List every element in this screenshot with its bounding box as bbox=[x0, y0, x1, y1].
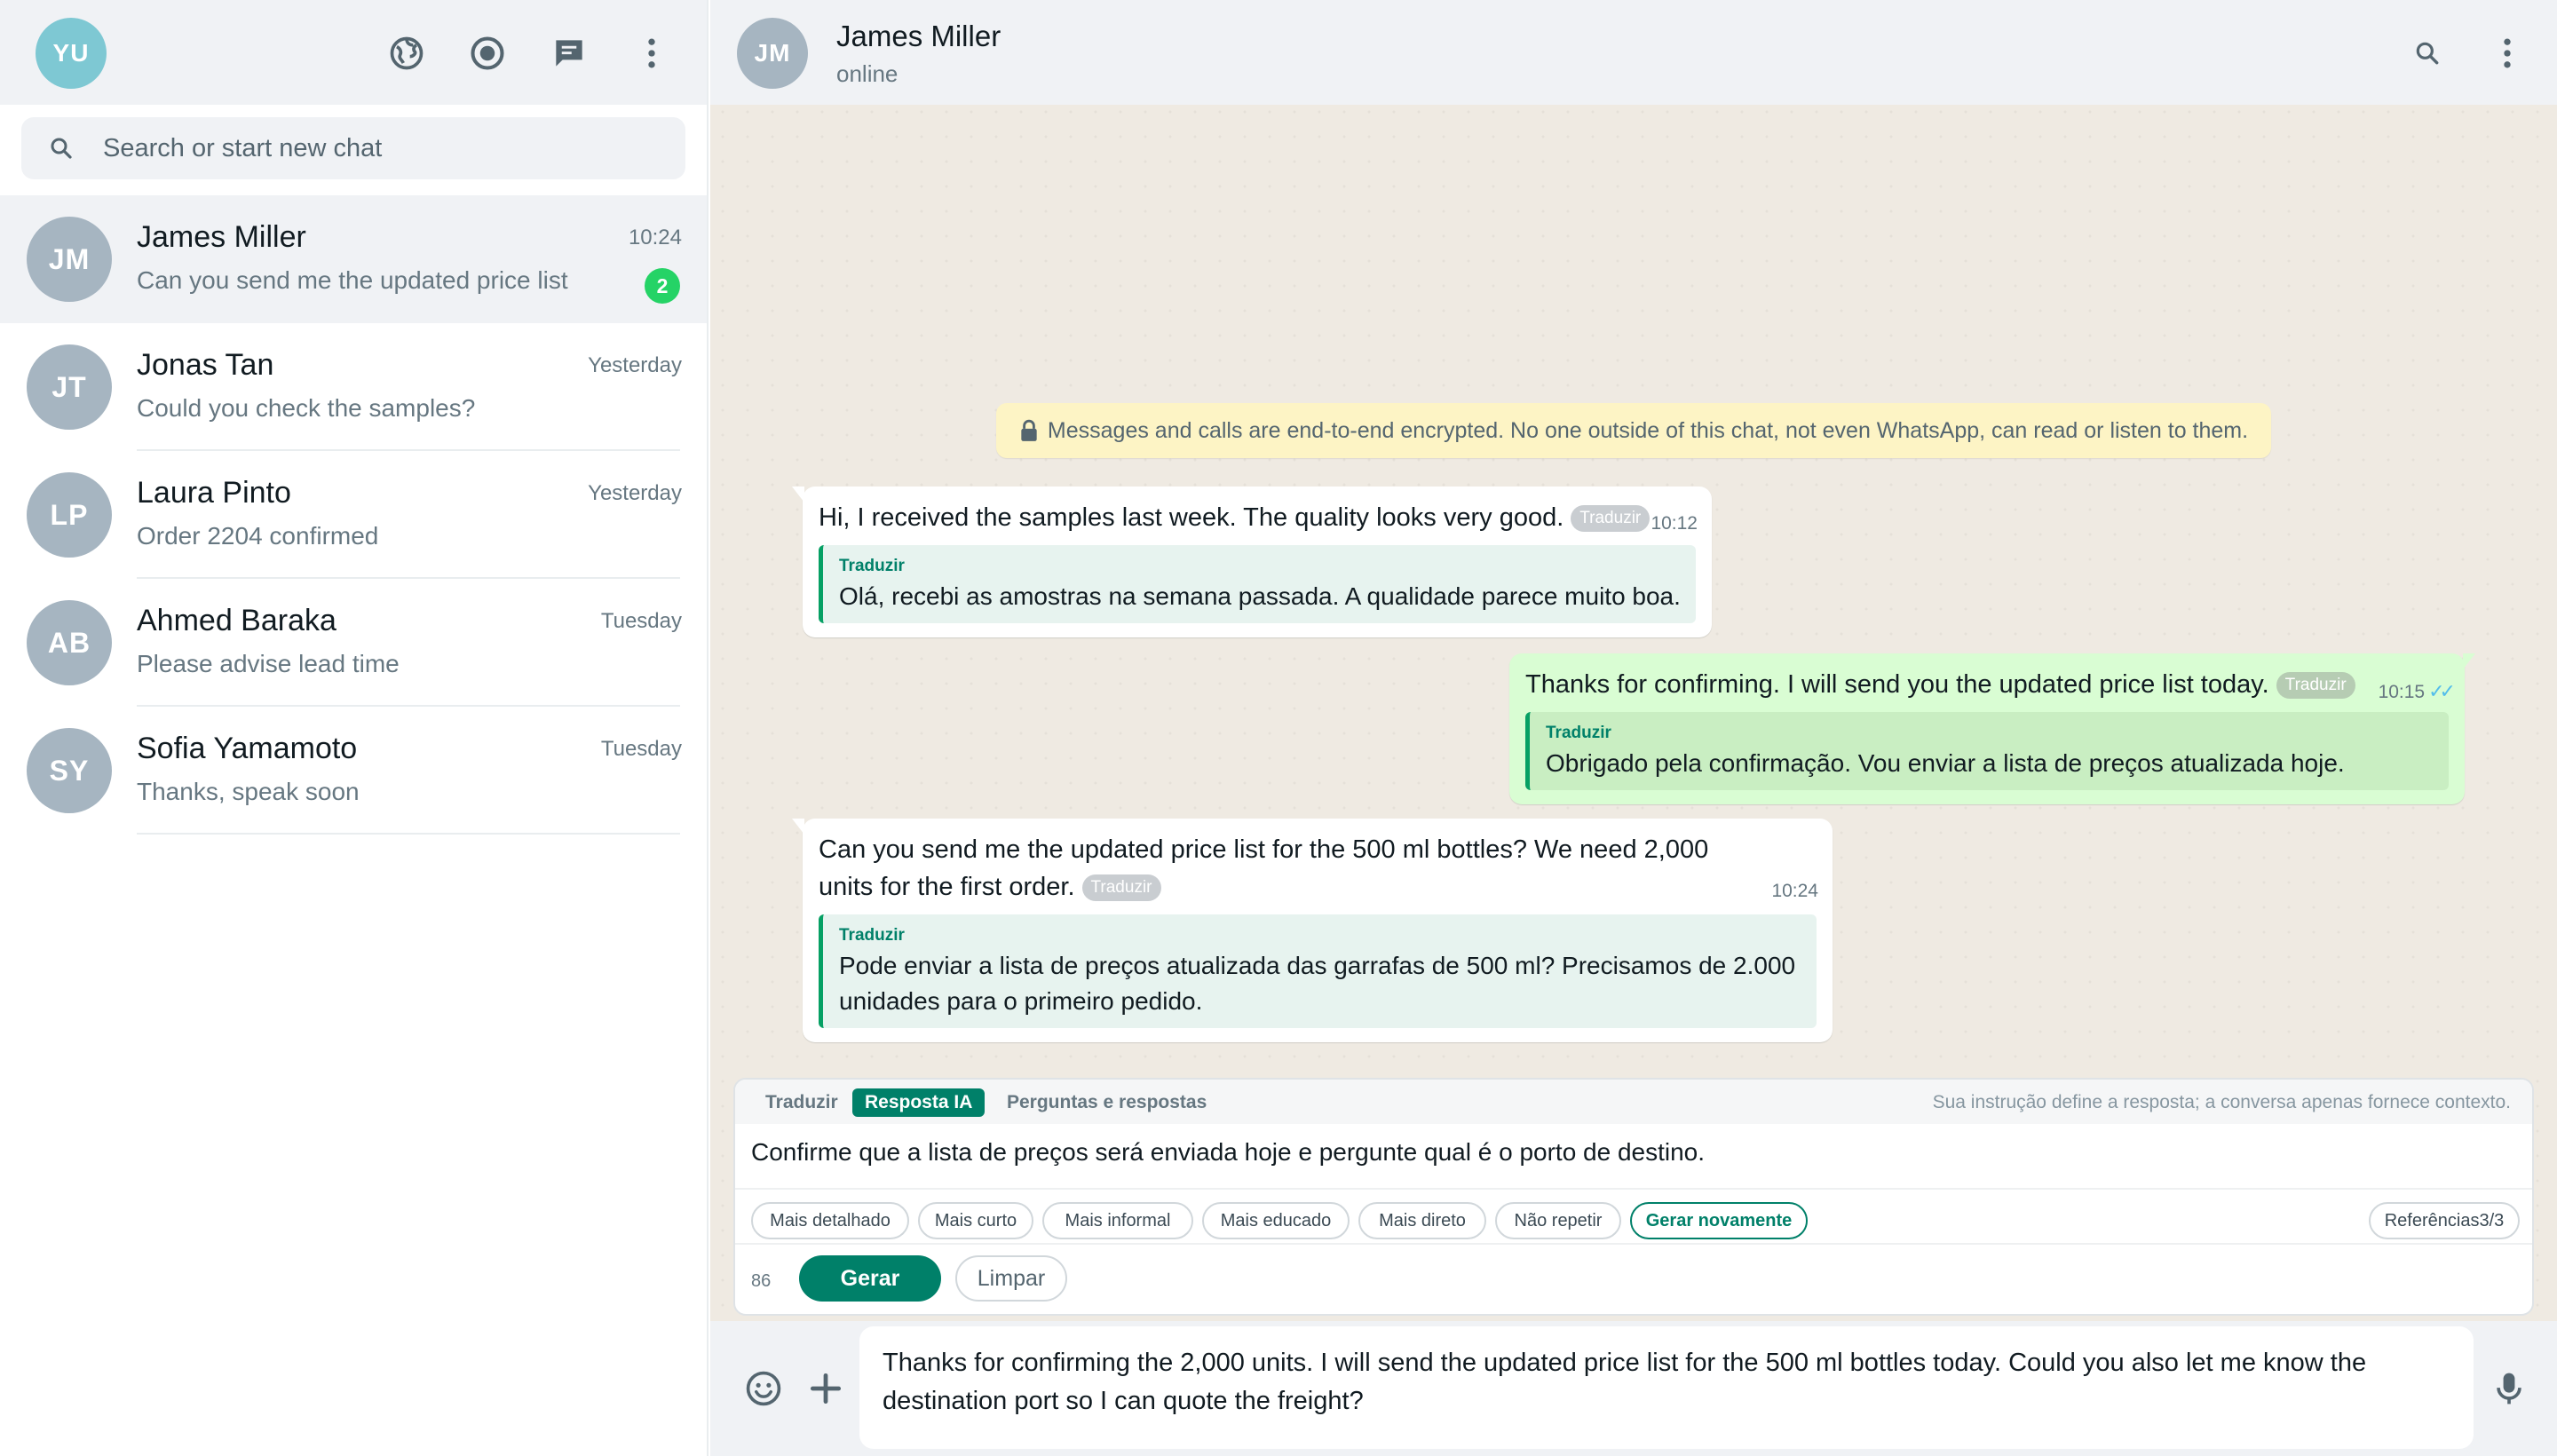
ai-style-chips: Mais detalhado Mais curto Mais informal … bbox=[735, 1188, 2532, 1245]
chat-preview: Please advise lead time bbox=[137, 650, 400, 677]
chat-preview: Thanks, speak soon bbox=[137, 778, 360, 805]
contact-avatar[interactable]: JM bbox=[737, 18, 808, 89]
chat-time: Tuesday bbox=[600, 609, 682, 633]
message-text: Thanks for confirming. I will send you t… bbox=[1525, 666, 2449, 703]
chat-preview: Can you send me the updated price list bbox=[137, 266, 568, 294]
message-composer: Thanks for confirming the 2,000 units. I… bbox=[710, 1321, 2557, 1456]
chip-mais-curto[interactable]: Mais curto bbox=[918, 1202, 1033, 1239]
chat-name: Ahmed Baraka bbox=[137, 604, 336, 637]
emoji-icon[interactable] bbox=[740, 1365, 787, 1412]
translation-label: Traduzir bbox=[839, 926, 905, 945]
read-ticks-icon: ✓✓ bbox=[2428, 680, 2456, 702]
bubble-tail bbox=[792, 819, 804, 835]
chip-mais-direto[interactable]: Mais direto bbox=[1358, 1202, 1486, 1239]
chat-time: Yesterday bbox=[588, 353, 682, 377]
encryption-notice[interactable]: Messages and calls are end-to-end encryp… bbox=[996, 403, 2271, 458]
lock-icon bbox=[1021, 419, 1037, 441]
translation-label: Traduzir bbox=[839, 557, 905, 575]
conversation-header[interactable]: JM James Miller online bbox=[710, 0, 2557, 105]
bubble-tail bbox=[792, 487, 804, 502]
translation-box: Traduzir Pode enviar a lista de preços a… bbox=[819, 914, 1817, 1028]
contact-status: online bbox=[836, 60, 899, 87]
new-chat-icon[interactable] bbox=[544, 28, 594, 78]
tab-traduzir[interactable]: Traduzir bbox=[753, 1088, 851, 1117]
chat-time: 10:24 bbox=[628, 226, 682, 249]
ai-footer: 86 Gerar Limpar bbox=[735, 1246, 2532, 1314]
translation-label: Traduzir bbox=[1546, 724, 1611, 742]
avatar: AB bbox=[27, 600, 112, 685]
translate-button[interactable]: Traduzir bbox=[1081, 874, 1161, 902]
chip-mais-educado[interactable]: Mais educado bbox=[1202, 1202, 1350, 1239]
ai-assistant-panel: Traduzir Resposta IA Perguntas e respost… bbox=[733, 1078, 2534, 1316]
translation-text: Pode enviar a lista de preços atualizada… bbox=[839, 952, 1796, 1015]
chip-mais-informal[interactable]: Mais informal bbox=[1042, 1202, 1193, 1239]
message-text: Can you send me the updated price list f… bbox=[819, 835, 1709, 902]
my-avatar[interactable]: YU bbox=[36, 18, 107, 89]
search-icon bbox=[51, 138, 72, 159]
chip-mais-detalhado[interactable]: Mais detalhado bbox=[751, 1202, 909, 1239]
translation-text: Obrigado pela confirmação. Vou enviar a … bbox=[1546, 749, 2345, 777]
chat-list-item[interactable]: SY Sofia Yamamoto Thanks, speak soon Tue… bbox=[0, 707, 707, 835]
message-time: 10:24 bbox=[1771, 881, 1818, 901]
contact-name[interactable]: James Miller bbox=[836, 20, 1001, 53]
translate-button[interactable]: Traduzir bbox=[1571, 505, 1651, 533]
translate-button[interactable]: Traduzir bbox=[2276, 672, 2355, 700]
avatar: JM bbox=[27, 217, 112, 302]
message-bubble-outgoing[interactable]: Thanks for confirming. I will send you t… bbox=[1509, 653, 2475, 804]
chat-name: Jonas Tan bbox=[137, 348, 274, 382]
unread-badge: 2 bbox=[645, 268, 680, 304]
message-bubble-incoming[interactable]: Can you send me the updated price list f… bbox=[792, 819, 1833, 1042]
chip-gerar-novamente[interactable]: Gerar novamente bbox=[1630, 1202, 1808, 1239]
bubble-tail bbox=[2463, 653, 2475, 669]
chip-nao-repetir[interactable]: Não repetir bbox=[1495, 1202, 1621, 1239]
chat-preview: Could you check the samples? bbox=[137, 394, 476, 422]
message-text: Hi, I received the samples last week. Th… bbox=[819, 499, 1696, 536]
tab-perguntas-respostas[interactable]: Perguntas e respostas bbox=[994, 1088, 1219, 1117]
chat-name: Sofia Yamamoto bbox=[137, 732, 358, 765]
chat-name: James Miller bbox=[137, 220, 306, 254]
ai-instruction-input[interactable]: Confirme que a lista de preços será envi… bbox=[751, 1129, 2518, 1175]
conversation-panel: JM James Miller online Messages and call… bbox=[710, 0, 2557, 1456]
attach-icon[interactable] bbox=[803, 1365, 849, 1412]
communities-icon[interactable] bbox=[382, 28, 431, 78]
message-time: 10:12 bbox=[1651, 513, 1698, 534]
char-count: 86 bbox=[751, 1271, 772, 1291]
avatar: SY bbox=[27, 728, 112, 813]
chat-list-panel: YU JM James Miller Can you send me the u… bbox=[0, 0, 709, 1456]
chat-preview: Order 2204 confirmed bbox=[137, 522, 379, 550]
mic-icon[interactable] bbox=[2486, 1365, 2532, 1412]
status-icon[interactable] bbox=[463, 28, 512, 78]
generate-button[interactable]: Gerar bbox=[799, 1255, 941, 1302]
menu-icon[interactable] bbox=[2482, 28, 2532, 78]
clear-button[interactable]: Limpar bbox=[955, 1255, 1067, 1302]
message-time: 10:15 ✓✓ bbox=[2378, 680, 2456, 702]
search-icon[interactable] bbox=[2403, 28, 2452, 78]
message-bubble-incoming[interactable]: Hi, I received the samples last week. Th… bbox=[792, 487, 1712, 637]
encryption-text: Messages and calls are end-to-end encryp… bbox=[1047, 417, 2249, 443]
chat-time: Tuesday bbox=[600, 737, 682, 761]
chat-list-item[interactable]: JM James Miller Can you send me the upda… bbox=[0, 195, 707, 323]
menu-icon[interactable] bbox=[627, 28, 677, 78]
chat-time: Yesterday bbox=[588, 481, 682, 505]
search-bar bbox=[21, 117, 685, 179]
chat-list-item[interactable]: JT Jonas Tan Could you check the samples… bbox=[0, 323, 707, 451]
search-input[interactable] bbox=[103, 117, 671, 179]
divider bbox=[137, 833, 680, 835]
references-button[interactable]: Referências3/3 bbox=[2369, 1202, 2520, 1239]
chat-list-item[interactable]: AB Ahmed Baraka Please advise lead time … bbox=[0, 579, 707, 707]
chat-list-item[interactable]: LP Laura Pinto Order 2204 confirmed Yest… bbox=[0, 451, 707, 579]
sidebar-header: YU bbox=[0, 0, 707, 105]
avatar: LP bbox=[27, 472, 112, 558]
avatar: JT bbox=[27, 344, 112, 430]
translation-box: Traduzir Obrigado pela confirmação. Vou … bbox=[1525, 712, 2449, 790]
tab-resposta-ia[interactable]: Resposta IA bbox=[852, 1088, 986, 1117]
message-input[interactable]: Thanks for confirming the 2,000 units. I… bbox=[859, 1326, 2474, 1449]
chat-name: Laura Pinto bbox=[137, 476, 291, 510]
translation-text: Olá, recebi as amostras na semana passad… bbox=[839, 582, 1681, 610]
ai-tab-bar: Traduzir Resposta IA Perguntas e respost… bbox=[735, 1080, 2532, 1124]
translation-box: Traduzir Olá, recebi as amostras na sema… bbox=[819, 545, 1696, 623]
ai-hint-text: Sua instrução define a resposta; a conve… bbox=[1932, 1092, 2511, 1112]
